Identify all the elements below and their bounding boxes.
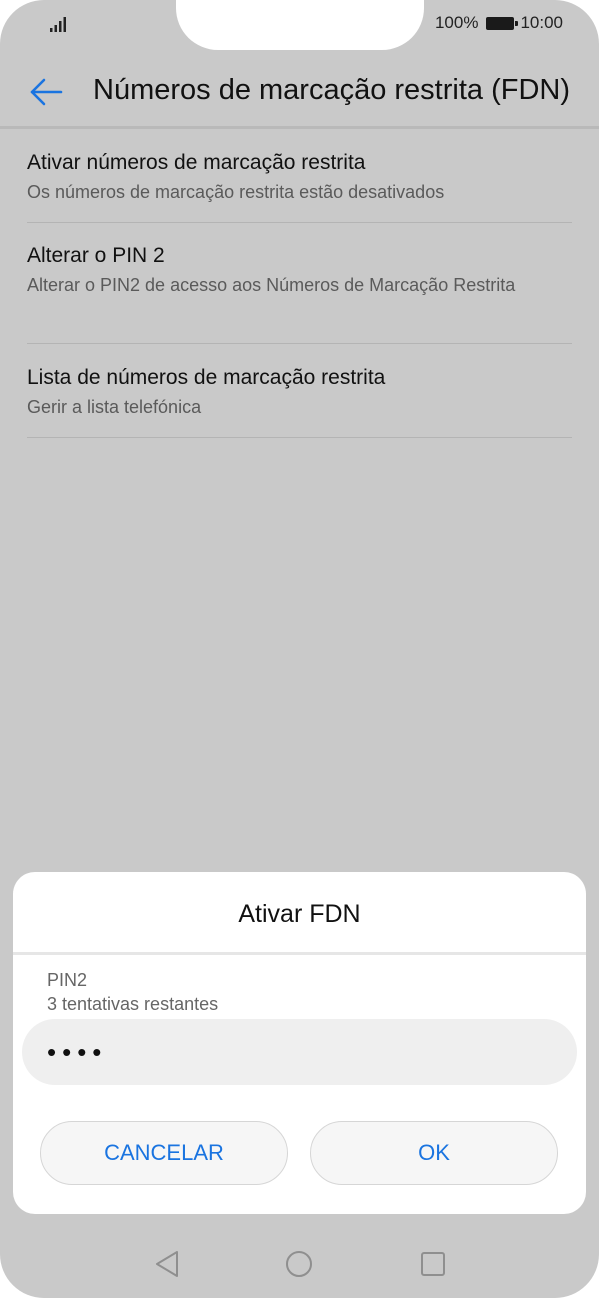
attempts-remaining-label: 3 tentativas restantes bbox=[47, 994, 219, 1014]
activate-fdn-dialog: Ativar FDN PIN2 3 tentativas restantes •… bbox=[13, 872, 586, 1214]
setting-title: Ativar números de marcação restrita bbox=[27, 151, 366, 174]
camera-notch bbox=[176, 0, 424, 50]
setting-title: Lista de números de marcação restrita bbox=[27, 366, 386, 389]
square-recent-icon[interactable] bbox=[420, 1251, 446, 1277]
screen: 100% 10:00 Números de marcação restrita … bbox=[0, 0, 599, 1298]
setting-change-pin2[interactable]: Alterar o PIN 2 Alterar o PIN2 de acesso… bbox=[27, 223, 572, 344]
pin2-input[interactable]: •••• bbox=[22, 1019, 577, 1085]
setting-subtitle: Alterar o PIN2 de acesso aos Números de … bbox=[27, 275, 516, 295]
setting-subtitle: Os números de marcação restrita estão de… bbox=[27, 182, 445, 202]
triangle-back-icon[interactable] bbox=[153, 1249, 181, 1279]
ok-button[interactable]: OK bbox=[310, 1121, 558, 1185]
clock: 10:00 bbox=[520, 13, 563, 32]
setting-title: Alterar o PIN 2 bbox=[27, 244, 165, 267]
app-toolbar: Números de marcação restrita (FDN) bbox=[0, 56, 599, 126]
pin2-label: PIN2 bbox=[47, 970, 88, 990]
toolbar-divider bbox=[0, 126, 599, 129]
setting-subtitle: Gerir a lista telefónica bbox=[27, 397, 202, 417]
setting-enable-fdn[interactable]: Ativar números de marcação restrita Os n… bbox=[27, 130, 572, 223]
status-right: 100% 10:00 bbox=[435, 13, 563, 33]
status-bar: 100% 10:00 bbox=[0, 0, 599, 52]
phone-frame: 100% 10:00 Números de marcação restrita … bbox=[0, 0, 599, 1298]
circle-home-icon[interactable] bbox=[285, 1250, 313, 1278]
dialog-divider bbox=[13, 952, 586, 955]
signal-bars-icon bbox=[50, 17, 66, 32]
navigation-bar bbox=[0, 1230, 599, 1298]
page-title: Números de marcação restrita (FDN) bbox=[93, 74, 570, 106]
battery-percent: 100% bbox=[434, 13, 479, 32]
cancel-button[interactable]: CANCELAR bbox=[40, 1121, 288, 1185]
settings-list: Ativar números de marcação restrita Os n… bbox=[27, 130, 572, 438]
arrow-left-icon[interactable] bbox=[28, 74, 64, 110]
dialog-title: Ativar FDN bbox=[238, 900, 361, 928]
battery-full-icon bbox=[486, 16, 519, 30]
setting-fdn-list[interactable]: Lista de números de marcação restrita Ge… bbox=[27, 344, 572, 438]
